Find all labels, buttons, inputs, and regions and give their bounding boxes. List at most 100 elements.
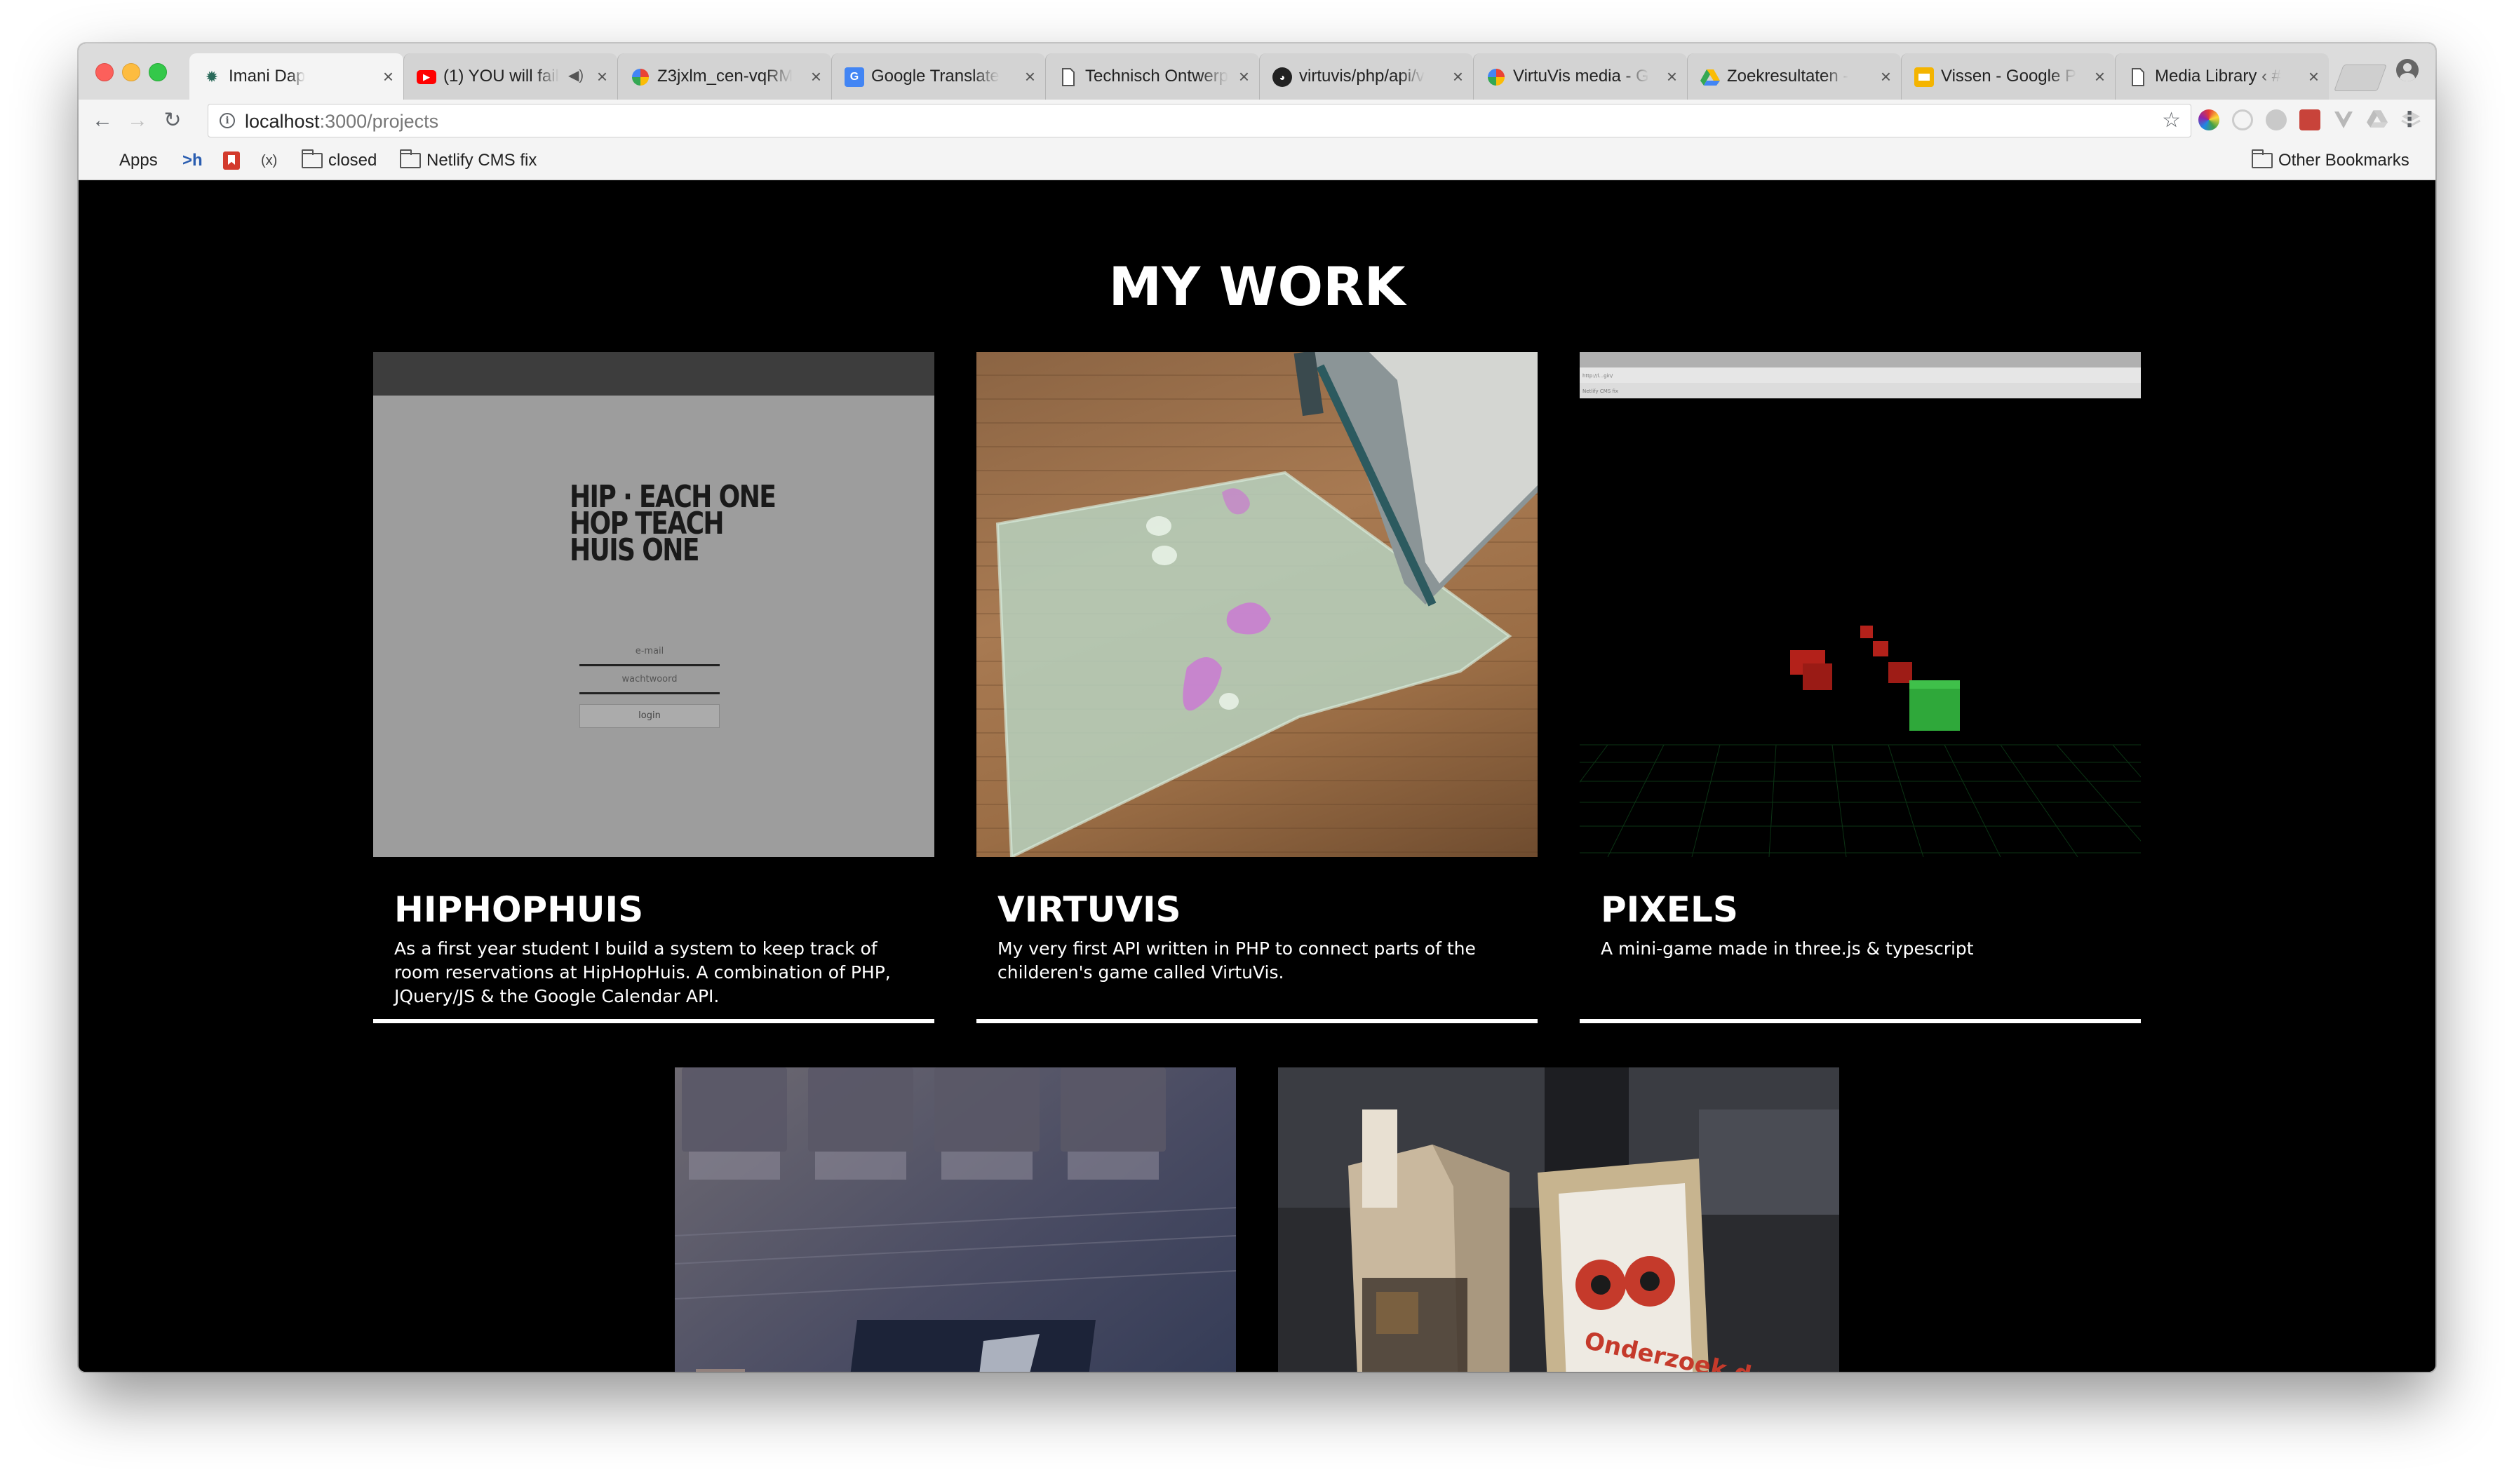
close-icon[interactable]: ×: [1239, 66, 1249, 87]
tab-title: Z3jxlm_cen-vqRM: [657, 67, 793, 86]
folder-icon: [400, 149, 421, 168]
link-extension-icon[interactable]: [2232, 109, 2253, 130]
close-icon[interactable]: ×: [1025, 66, 1035, 87]
project-title[interactable]: PIXELS: [1601, 889, 1738, 931]
github-icon: ◕: [1272, 67, 1292, 87]
close-icon[interactable]: ×: [811, 66, 821, 87]
zoom-window-button[interactable]: [149, 63, 167, 81]
url-host: localhost: [245, 111, 320, 132]
wooden-box-image: Onderzoek doen: [1278, 1067, 1839, 1372]
close-window-button[interactable]: [95, 63, 114, 81]
google-translate-icon: G: [845, 67, 864, 87]
info-icon[interactable]: i: [220, 113, 235, 128]
bookmark-apps[interactable]: Apps: [95, 149, 158, 173]
tab-virtuvis-media[interactable]: VirtuVis media - G ×: [1473, 53, 1687, 100]
tab-title: (1) YOU will fail: [443, 67, 559, 86]
screenshot-header-bar: [373, 352, 934, 396]
back-arrow-icon[interactable]: ←: [90, 108, 115, 133]
youtube-icon: ▶: [417, 70, 436, 84]
color-wheel-extension-icon[interactable]: [2198, 109, 2219, 130]
folder-icon: [2252, 149, 2273, 168]
tab-media-library[interactable]: Media Library ‹ # ×: [2115, 53, 2329, 100]
tab-strip: ✹ Imani Dap × ▶ (1) YOU will fail ◀) × Z…: [79, 43, 2435, 100]
tab-title: Technisch Ontwerp: [1085, 67, 1228, 86]
virtuvis-photo: [976, 352, 1538, 857]
close-icon[interactable]: ×: [597, 66, 607, 87]
url-path: :3000/projects: [319, 111, 439, 132]
vue-extension-icon[interactable]: [2333, 109, 2354, 130]
project-title[interactable]: VIRTUVIS: [997, 889, 1181, 931]
login-button: login: [579, 704, 720, 728]
globe-extension-icon[interactable]: [2266, 109, 2287, 130]
tab-github[interactable]: ◕ virtuvis/php/api/v ×: [1259, 53, 1473, 100]
bookmark-terminal[interactable]: >h: [182, 149, 203, 173]
bookmark-red-icon: [223, 151, 240, 170]
pinwheel-icon: [1486, 67, 1506, 87]
bookmark-variable[interactable]: (x): [261, 149, 277, 173]
tab-google-translate[interactable]: G Google Translate ×: [831, 53, 1045, 100]
terminal-icon: >h: [182, 151, 203, 170]
page-title: MY WORK: [1108, 255, 1406, 318]
bookmark-red[interactable]: [223, 149, 240, 173]
project-title[interactable]: HIPHOPHUIS: [394, 889, 643, 931]
bookmark-label: Netlify CMS fix: [426, 151, 537, 170]
wooden-box-photo[interactable]: Onderzoek doen: [1278, 1067, 1839, 1372]
page-viewport: MY WORK HIP · EACH ONE HOP TEACH HUIS ON…: [79, 180, 2435, 1372]
bookmark-star-icon[interactable]: ☆: [2162, 109, 2181, 133]
close-icon[interactable]: ×: [1667, 66, 1677, 87]
close-icon[interactable]: ×: [1881, 66, 1891, 87]
speaker-icon[interactable]: ◀): [568, 67, 584, 84]
project-image-virtuvis[interactable]: [976, 352, 1538, 857]
bookmarks-bar: Apps >h (x) closed Netlify CMS fix Other…: [79, 142, 2435, 180]
close-icon[interactable]: ×: [383, 66, 394, 87]
close-icon[interactable]: ×: [1453, 66, 1463, 87]
document-icon: [2128, 67, 2148, 87]
forward-arrow-icon[interactable]: →: [125, 108, 150, 133]
pixels-game-screenshot: http://l...gin/ Netlify CMS fix: [1580, 352, 2141, 857]
bookmark-folder-netlify[interactable]: Netlify CMS fix: [400, 149, 537, 173]
drive-icon: [1700, 67, 1720, 87]
red-extension-icon[interactable]: [2299, 109, 2320, 130]
bookmark-other[interactable]: Other Bookmarks: [2252, 149, 2409, 173]
project-description: As a first year student I build a system…: [394, 938, 891, 1006]
tab-title: Media Library ‹ #: [2155, 67, 2282, 86]
menu-dots-icon[interactable]: ⋮: [2399, 108, 2420, 132]
project-card-virtuvis[interactable]: VIRTUVIS My very first API written in PH…: [976, 352, 1538, 1023]
project-image-hiphophuis[interactable]: HIP · EACH ONE HOP TEACH HUIS ONE e-mail…: [373, 352, 934, 857]
tab-technisch-ontwerp[interactable]: Technisch Ontwerp ×: [1045, 53, 1259, 100]
close-icon[interactable]: ×: [2308, 66, 2319, 87]
tab-title: Zoekresultaten -: [1727, 67, 1849, 86]
reload-icon[interactable]: ↻: [160, 108, 185, 133]
project-description: My very first API written in PHP to conn…: [997, 938, 1476, 983]
profile-icon[interactable]: [2396, 59, 2419, 81]
new-tab-button[interactable]: [2334, 65, 2387, 91]
close-icon[interactable]: ×: [2095, 66, 2105, 87]
bookmark-label: closed: [328, 151, 377, 170]
tab-title: Vissen - Google P: [1941, 67, 2076, 86]
gear-icon: ✹: [205, 68, 219, 86]
project-card-pixels[interactable]: http://l...gin/ Netlify CMS fix PIXELS A…: [1580, 352, 2141, 1023]
tab-list: ✹ Imani Dap × ▶ (1) YOU will fail ◀) × Z…: [189, 53, 2329, 100]
url-text[interactable]: localhost:3000/projects: [245, 112, 438, 131]
variable-icon: (x): [261, 152, 278, 168]
tiny-bookmark-text: Netlify CMS fix: [1582, 389, 1618, 394]
project-description: A mini-game made in three.js & typescrip…: [1601, 938, 1974, 959]
tab-vissen[interactable]: Vissen - Google P ×: [1901, 53, 2115, 100]
tab-title: Imani Dap: [229, 67, 306, 86]
tab-youtube[interactable]: ▶ (1) YOU will fail ◀) ×: [403, 53, 617, 100]
bookmark-label: Apps: [119, 151, 158, 170]
project-card-hiphophuis[interactable]: HIP · EACH ONE HOP TEACH HUIS ONE e-mail…: [373, 352, 934, 1023]
project-image-pixels[interactable]: http://l...gin/ Netlify CMS fix: [1580, 352, 2141, 857]
tab-imani-dap[interactable]: ✹ Imani Dap ×: [189, 53, 403, 100]
email-field: e-mail: [579, 641, 720, 666]
document-icon: [1058, 67, 1078, 87]
drive-extension-icon[interactable]: [2367, 109, 2388, 130]
minimize-window-button[interactable]: [122, 63, 140, 81]
hiphophuis-logo: HIP · EACH ONE HOP TEACH HUIS ONE: [570, 482, 777, 566]
tab-z3jxlm[interactable]: Z3jxlm_cen-vqRM ×: [617, 53, 831, 100]
address-bar[interactable]: i localhost:3000/projects ☆: [208, 104, 2191, 137]
circuit-board-photo[interactable]: [675, 1067, 1236, 1372]
tab-zoekresultaten[interactable]: Zoekresultaten - ×: [1687, 53, 1901, 100]
circuit-board-image: [675, 1067, 1236, 1372]
bookmark-folder-closed[interactable]: closed: [302, 149, 377, 173]
